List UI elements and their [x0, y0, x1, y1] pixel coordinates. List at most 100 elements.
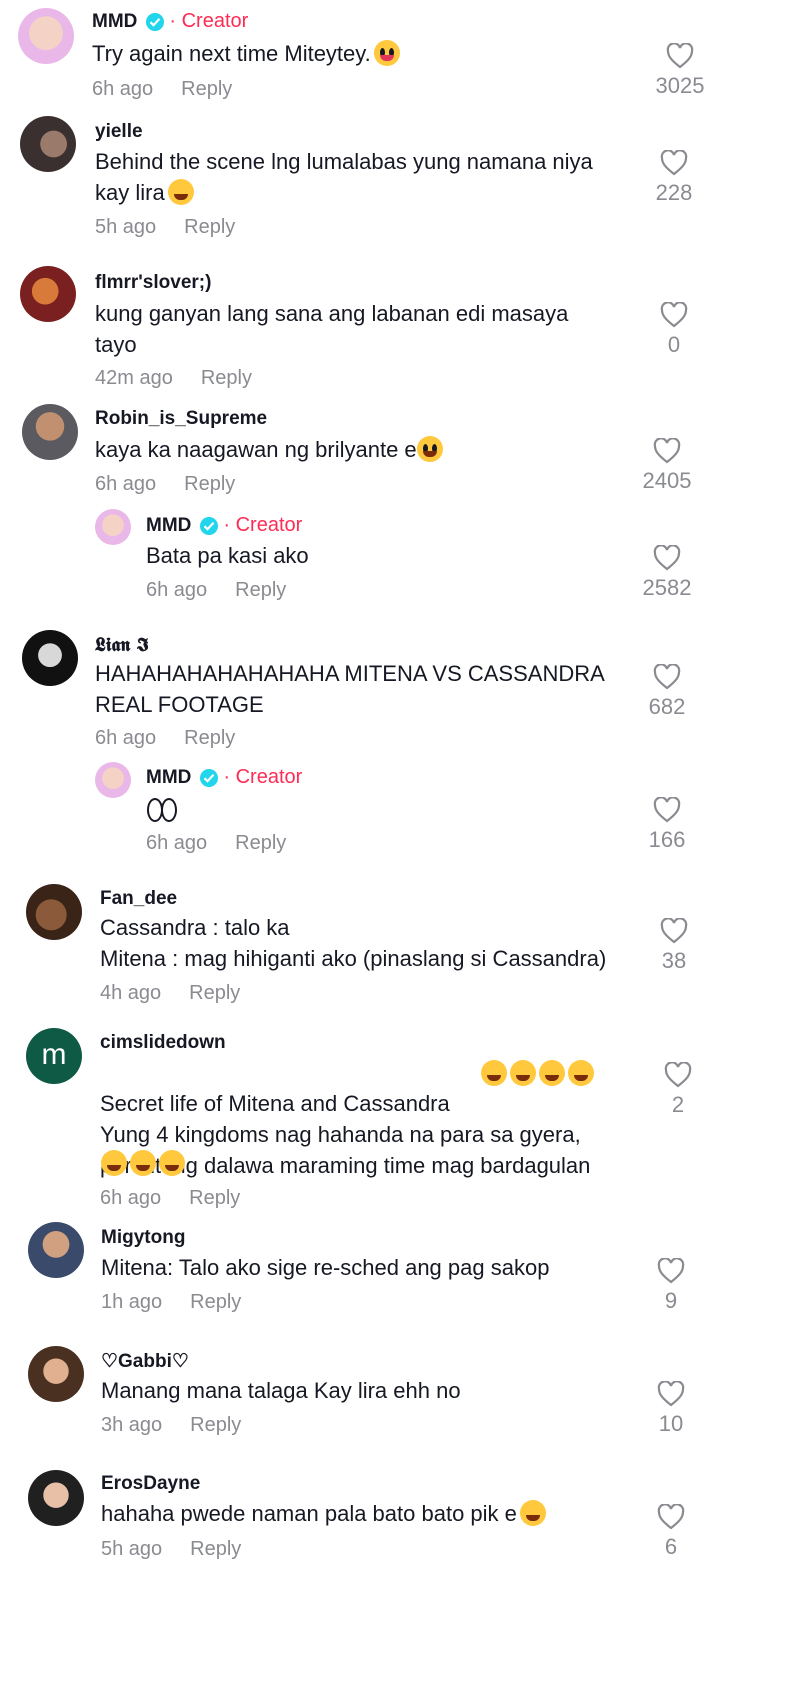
crying-emoji [416, 436, 443, 462]
reply-button[interactable]: Reply [201, 367, 252, 389]
sweat-smile-emoji [519, 1500, 546, 1526]
timestamp: 6h ago [100, 1187, 162, 1209]
comment-meta: 4h ago Reply [100, 982, 240, 1005]
comment-meta: 6h ago Reply [95, 473, 235, 496]
comment-meta: 42m ago Reply [95, 367, 252, 390]
username[interactable]: ErosDayne [101, 1473, 200, 1495]
heart-icon [666, 43, 694, 69]
heart-icon [657, 1258, 685, 1284]
comment-meta: 6h ago Reply [146, 832, 286, 855]
verified-icon [146, 12, 165, 31]
avatar[interactable] [26, 884, 82, 940]
like-button[interactable]: 2405 [627, 438, 707, 494]
reply-button[interactable]: Reply [184, 473, 235, 495]
avatar[interactable] [18, 8, 74, 64]
reply-button[interactable]: Reply [235, 832, 286, 854]
laughing-emoji [481, 1060, 507, 1086]
comment-text: kaya ka naagawan ng brilyante e [95, 434, 443, 465]
tears-of-joy-emoji [101, 1150, 127, 1176]
like-button[interactable]: 9 [631, 1258, 711, 1314]
heart-icon [653, 438, 681, 464]
avatar[interactable] [95, 509, 131, 545]
comment-text: Bata pa kasi ako [146, 543, 309, 568]
username[interactable]: Fan_dee [100, 888, 177, 910]
avatar[interactable] [28, 1222, 84, 1278]
grinning-squinting-emoji [167, 179, 194, 205]
timestamp: 1h ago [101, 1291, 163, 1313]
like-button[interactable]: 228 [634, 150, 714, 206]
laughing-emoji [510, 1060, 536, 1086]
reply-button[interactable]: Reply [190, 1291, 241, 1313]
username[interactable]: MMD · Creator [92, 10, 248, 33]
squinting-tongue-emoji [373, 40, 400, 66]
comment-text: kung ganyan lang sana ang labanan edi ma… [95, 301, 569, 357]
comment-text: Cassandra : talo ka Mitena : mag hihigan… [100, 915, 607, 971]
username[interactable]: yielle [95, 121, 143, 143]
like-button[interactable]: 682 [627, 664, 707, 720]
username-label: MMD [146, 514, 192, 536]
like-button[interactable]: 166 [627, 797, 707, 853]
verified-icon [200, 516, 219, 535]
like-count: 2405 [642, 468, 692, 493]
heart-icon [657, 1381, 685, 1407]
reply-button[interactable]: Reply [184, 727, 235, 749]
reply-button[interactable]: Reply [189, 1187, 240, 1209]
like-count: 2 [671, 1092, 685, 1117]
creator-badge: · Creator [223, 514, 303, 536]
like-button[interactable]: 2 [638, 1062, 718, 1118]
avatar[interactable] [22, 404, 78, 460]
comment-meta: 6h ago Reply [92, 78, 232, 101]
username[interactable]: flmrr'slover;) [95, 272, 211, 294]
like-button[interactable]: 10 [631, 1381, 711, 1437]
reply-button[interactable]: Reply [184, 216, 235, 238]
username[interactable]: MMD · Creator [146, 514, 302, 537]
like-button[interactable]: 38 [634, 918, 714, 974]
reply-button[interactable]: Reply [190, 1538, 241, 1560]
like-button[interactable]: 6 [631, 1504, 711, 1560]
tears-of-joy-emoji [130, 1150, 156, 1176]
username[interactable]: 𝕷𝖎𝖆𝖓 𝕴 [95, 634, 148, 656]
like-count: 9 [664, 1288, 678, 1313]
username-label: yielle [95, 121, 143, 142]
reply-button[interactable]: Reply [181, 78, 232, 100]
laughing-emoji [539, 1060, 565, 1086]
avatar[interactable]: m [26, 1028, 82, 1084]
comment-meta: 1h ago Reply [101, 1291, 241, 1314]
reply-button[interactable]: Reply [190, 1414, 241, 1436]
heart-icon [653, 664, 681, 690]
timestamp: 4h ago [100, 982, 162, 1004]
comment-text: Manang mana talaga Kay lira ehh no [101, 1378, 461, 1403]
comment-text: Mitena: Talo ako sige re-sched ang pag s… [101, 1255, 550, 1280]
timestamp: 5h ago [95, 216, 157, 238]
like-button[interactable]: 2582 [627, 545, 707, 601]
username[interactable]: MMD · Creator [146, 766, 302, 789]
heart-icon [664, 1062, 692, 1088]
comment-meta: 3h ago Reply [101, 1414, 241, 1437]
reply-button[interactable]: Reply [189, 982, 240, 1004]
avatar[interactable] [28, 1470, 84, 1526]
username[interactable]: ♡Gabbi♡ [101, 1350, 189, 1373]
username-label: ErosDayne [101, 1473, 201, 1494]
avatar[interactable] [28, 1346, 84, 1402]
like-button[interactable]: 0 [634, 302, 714, 358]
username-label: MMD [146, 766, 192, 788]
comment-meta: 5h ago Reply [101, 1538, 241, 1561]
avatar[interactable] [22, 630, 78, 686]
like-button[interactable]: 3025 [640, 43, 720, 99]
heart-icon [660, 150, 688, 176]
heart-icon [653, 797, 681, 823]
avatar[interactable] [95, 762, 131, 798]
comment-text: Behind the scene lng lumalabas yung nama… [95, 149, 593, 205]
username[interactable]: Migytong [101, 1227, 185, 1249]
avatar[interactable] [20, 116, 76, 172]
eyes-emoji [146, 796, 177, 822]
timestamp: 6h ago [92, 78, 154, 100]
like-count: 0 [667, 332, 681, 357]
username[interactable]: Robin_is_Supreme [95, 408, 267, 430]
username-label: cimslidedown [100, 1032, 226, 1053]
avatar[interactable] [20, 266, 76, 322]
username[interactable]: cimslidedown [100, 1032, 226, 1054]
reply-button[interactable]: Reply [235, 579, 286, 601]
heart-icon [660, 302, 688, 328]
like-count: 38 [661, 948, 687, 973]
